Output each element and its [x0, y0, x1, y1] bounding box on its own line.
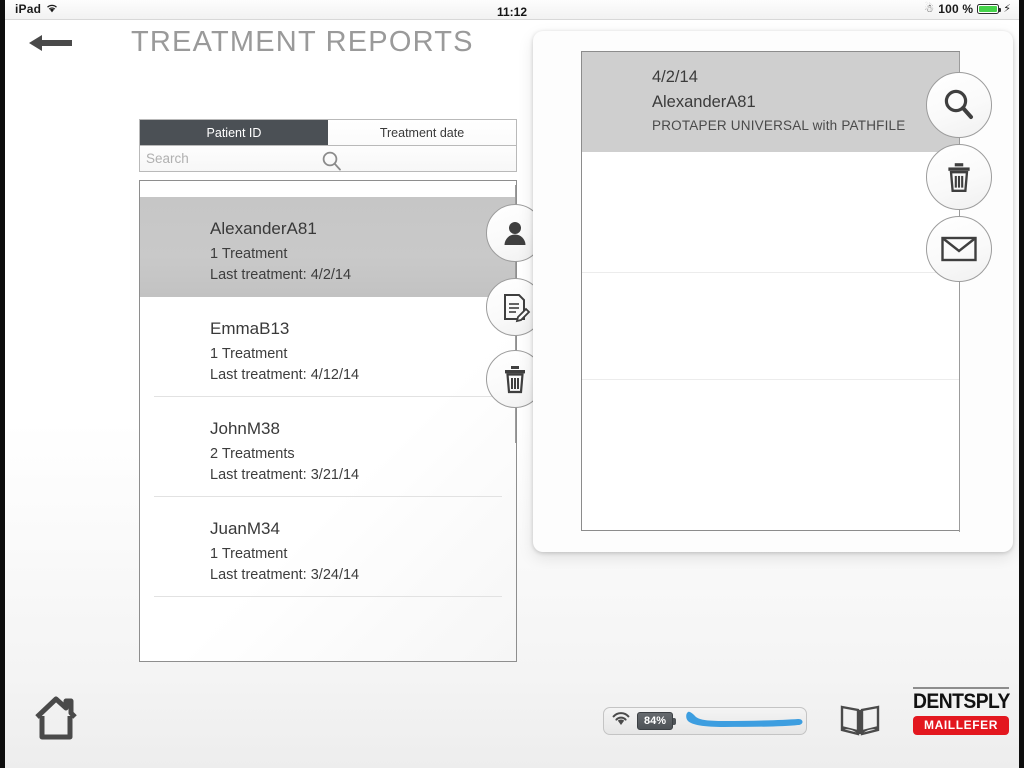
record-treatment-name: PROTAPER UNIVERSAL with PATHFILE — [652, 118, 906, 133]
empty-record-row[interactable] — [582, 272, 959, 379]
empty-record-row[interactable] — [582, 152, 959, 272]
table-row[interactable]: JohnM38 2 Treatments Last treatment: 3/2… — [140, 397, 516, 497]
patient-name: AlexanderA81 — [210, 219, 317, 238]
ipad-screen: iPad 11:12 ☃ 100 % ⚡ TREATMENT REPORTS P… — [0, 0, 1024, 768]
row-divider — [154, 596, 502, 597]
list-filter-tabs: Patient ID Treatment date — [139, 119, 517, 146]
handpiece-battery-indicator: 84% — [637, 712, 676, 730]
logo-brand: DENTSPLY — [913, 690, 1010, 713]
search-bar[interactable] — [139, 146, 517, 172]
clock-time: 11:12 — [496, 5, 528, 19]
device-status-widget[interactable]: 84% — [603, 707, 807, 735]
battery-percent-label: 100 % — [938, 2, 974, 16]
record-date: 4/2/14 — [652, 68, 698, 86]
manual-button[interactable] — [839, 700, 881, 745]
trash-icon — [948, 163, 970, 192]
treatment-record-header[interactable]: 4/2/14 AlexanderA81 PROTAPER UNIVERSAL w… — [582, 52, 959, 152]
fab-connector — [515, 403, 516, 443]
patient-name: JohnM38 — [210, 419, 280, 438]
patient-last-treatment: Last treatment: 3/21/14 — [210, 467, 360, 483]
document-edit-icon — [504, 294, 531, 323]
table-row[interactable]: JuanM34 1 Treatment Last treatment: 3/24… — [140, 497, 516, 597]
search-icon — [944, 89, 973, 119]
battery-full-icon — [977, 4, 1002, 14]
logo-sub-brand: MAILLEFER — [913, 716, 1009, 735]
fab-connector — [959, 274, 960, 532]
patient-last-treatment: Last treatment: 4/12/14 — [210, 367, 360, 383]
search-report-button[interactable] — [926, 72, 992, 138]
handpiece-battery-percent: 84% — [643, 715, 667, 727]
patient-name: JuanM34 — [210, 519, 280, 538]
search-input[interactable] — [144, 150, 328, 167]
ios-status-bar: iPad 11:12 ☃ 100 % ⚡ — [5, 0, 1019, 20]
patient-list[interactable]: AlexanderA81 1 Treatment Last treatment:… — [139, 180, 517, 662]
bluetooth-icon: ☃ — [924, 3, 935, 15]
wifi-icon — [612, 711, 630, 731]
delete-report-button[interactable] — [926, 144, 992, 210]
empty-record-row[interactable] — [582, 379, 959, 486]
patient-treatment-count: 1 Treatment — [210, 546, 288, 562]
arrow-left-icon — [29, 35, 72, 51]
table-row[interactable]: EmmaB13 1 Treatment Last treatment: 4/12… — [140, 297, 516, 397]
handpiece-icon — [684, 708, 806, 735]
back-button[interactable] — [27, 28, 75, 58]
patient-treatment-count: 1 Treatment — [210, 246, 288, 262]
email-report-button[interactable] — [926, 216, 992, 282]
patient-last-treatment: Last treatment: 3/24/14 — [210, 567, 360, 583]
brand-logo: DENTSPLY MAILLEFER — [913, 687, 1011, 735]
logo-rule — [913, 687, 1009, 689]
treatment-record-card[interactable]: 4/2/14 AlexanderA81 PROTAPER UNIVERSAL w… — [581, 51, 960, 531]
status-bar-center: 11:12 — [5, 3, 1019, 21]
search-icon[interactable] — [321, 150, 343, 177]
patient-treatment-count: 2 Treatments — [210, 446, 295, 462]
lightning-bolt-icon: ⚡ — [1003, 2, 1011, 15]
tab-patient-id[interactable]: Patient ID — [140, 120, 328, 145]
tab-treatment-date[interactable]: Treatment date — [328, 120, 516, 145]
page-title: TREATMENT REPORTS — [131, 26, 474, 58]
record-patient-name: AlexanderA81 — [652, 93, 756, 111]
home-icon — [35, 696, 77, 740]
book-icon — [840, 705, 880, 736]
patient-treatment-count: 1 Treatment — [210, 346, 288, 362]
patient-name: EmmaB13 — [210, 319, 290, 338]
envelope-icon — [941, 236, 977, 262]
home-button[interactable] — [33, 694, 79, 747]
patient-last-treatment: Last treatment: 4/2/14 — [210, 267, 352, 283]
user-icon — [504, 222, 526, 245]
trash-icon — [505, 366, 525, 394]
status-bar-right: ☃ 100 % ⚡ — [924, 2, 1011, 16]
table-row[interactable]: AlexanderA81 1 Treatment Last treatment:… — [140, 197, 516, 297]
